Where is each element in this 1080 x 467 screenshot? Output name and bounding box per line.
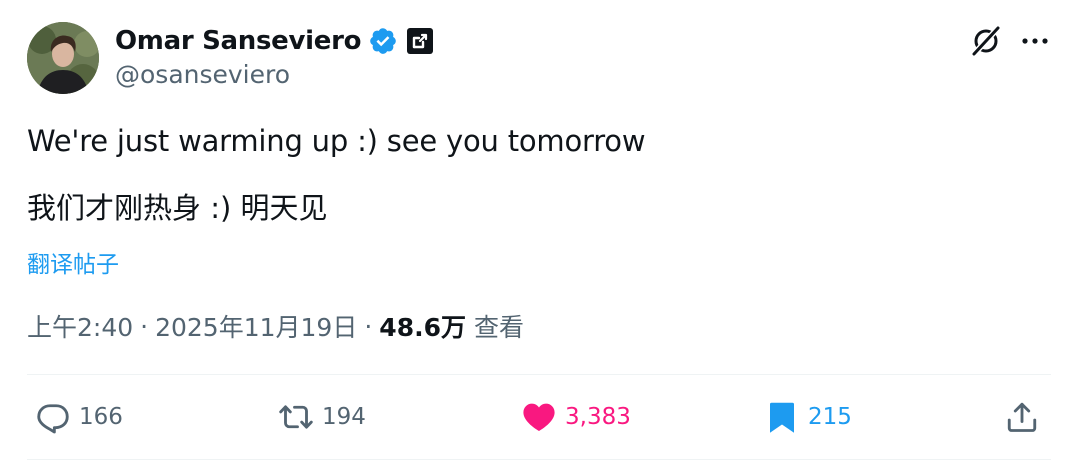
bookmark-count: 215	[808, 404, 852, 430]
tweet-text-chinese: 我们才刚热身 :) 明天见	[27, 191, 328, 225]
verified-badge-icon[interactable]	[368, 26, 398, 56]
divider	[27, 459, 1051, 460]
author-display-name[interactable]: Omar Sanseviero	[115, 26, 361, 56]
reply-icon	[37, 404, 69, 434]
divider	[27, 374, 1051, 375]
views-count[interactable]: 48.6万	[379, 308, 466, 344]
author-name-row: Omar Sanseviero	[115, 22, 434, 60]
repost-icon	[279, 405, 313, 429]
repost-button[interactable]: 194	[278, 395, 366, 439]
share-button[interactable]	[1004, 395, 1040, 439]
tweet-date[interactable]: 2025年11月19日	[155, 308, 357, 344]
reply-count: 166	[79, 404, 123, 430]
like-count: 3,383	[565, 404, 631, 430]
tweet-time[interactable]: 上午2:40	[27, 308, 133, 344]
bookmark-icon	[770, 402, 794, 433]
share-icon	[1007, 402, 1037, 432]
author-handle[interactable]: @osanseviero	[115, 60, 290, 89]
bookmark-button[interactable]: 215	[764, 395, 852, 439]
meta-separator: ·	[364, 311, 373, 341]
meta-separator: ·	[140, 311, 149, 341]
grok-icon[interactable]	[968, 23, 1004, 59]
views-label[interactable]: 查看	[474, 308, 524, 344]
translate-post-link[interactable]: 翻译帖子	[27, 245, 119, 279]
affiliate-badge-icon[interactable]	[406, 27, 434, 55]
reply-button[interactable]: 166	[35, 395, 123, 439]
more-icon[interactable]	[1017, 23, 1053, 59]
tweet-meta: 上午2:40 · 2025年11月19日 · 48.6万 查看	[27, 308, 524, 344]
tweet-text-english: We're just warming up :) see you tomorro…	[27, 124, 646, 158]
avatar[interactable]	[27, 22, 99, 94]
like-button[interactable]: 3,383	[521, 395, 631, 439]
like-icon	[523, 403, 555, 431]
repost-count: 194	[322, 404, 366, 430]
